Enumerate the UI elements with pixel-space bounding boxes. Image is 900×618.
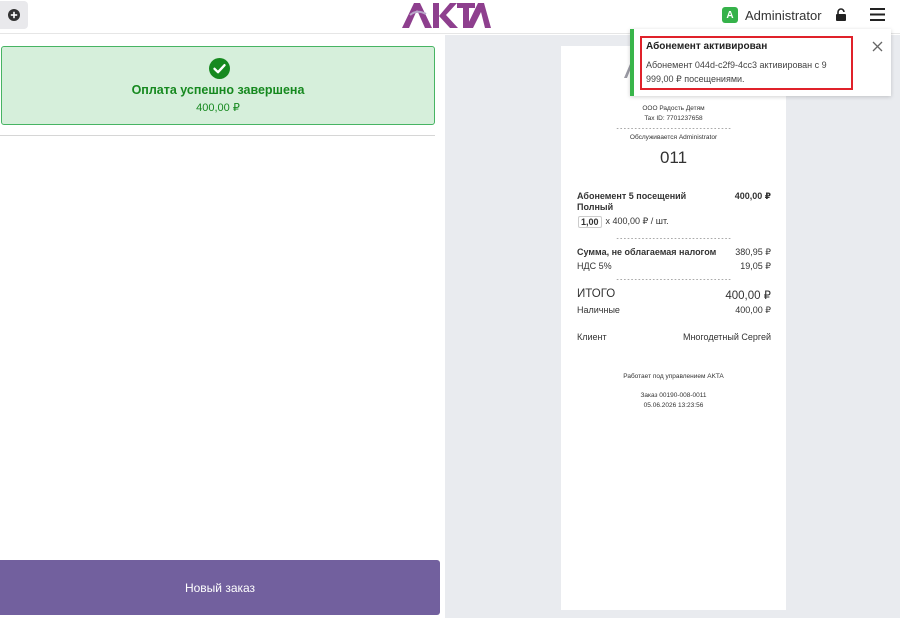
receipt-separator: -------------------------------- <box>615 275 732 283</box>
receipt-item-unit: x 400,00 ₽ / шт. <box>605 216 669 226</box>
receipt-powered-by: Работает под управлением AKTA <box>623 373 724 380</box>
receipt-total-label: ИТОГО <box>577 288 616 300</box>
user-menu[interactable]: A Administrator <box>722 7 822 23</box>
receipt-item-qty: 1,00 <box>578 216 602 228</box>
receipt-untaxed-row: Сумма, не облагаемая налогом 380,95 ₽ <box>577 247 771 258</box>
plus-circle-icon <box>8 9 20 21</box>
receipt-tax-id: Tax ID: 7701237658 <box>644 115 703 122</box>
payment-amount: 400,00 ₽ <box>196 102 240 114</box>
receipt-client-row: Клиент Многодетный Сергей <box>577 332 771 342</box>
receipt: ООО Радость Детям Tax ID: 7701237658 ---… <box>561 46 786 610</box>
receipt-vat-label: НДС 5% <box>577 261 612 271</box>
notification-message: Абонемент 044d-c2f9-4cc3 активирован с 9… <box>646 60 827 84</box>
receipt-served-by: Обслуживается Administrator <box>629 134 718 141</box>
receipt-item-qty-row: 1,00 x 400,00 ₽ / шт. <box>578 216 772 228</box>
receipt-client-value: Многодетный Сергей <box>682 332 771 342</box>
receipt-total-row: ИТОГО 400,00 ₽ <box>577 288 771 302</box>
receipt-separator: -------------------------------- <box>615 124 732 132</box>
notification-title: Абонемент активирован <box>646 41 768 52</box>
receipt-order-datetime: 05.06.2026 13:23:56 <box>643 402 704 409</box>
check-circle-icon <box>209 58 230 79</box>
receipt-company: ООО Радость Детям <box>642 105 705 112</box>
add-button[interactable] <box>0 1 28 29</box>
receipt-cash-row: Наличные 400,00 ₽ <box>577 305 771 316</box>
receipt-vat-row: НДС 5% 19,05 ₽ <box>577 261 771 272</box>
receipt-untaxed-label: Сумма, не облагаемая налогом <box>577 247 717 257</box>
order-pane: Оплата успешно завершена 400,00 ₽ Новый … <box>0 35 445 618</box>
receipt-item-name: Абонемент 5 посещений <box>577 191 687 201</box>
receipt-item-variant-row: Полный <box>577 202 771 212</box>
receipt-item-price: 400,00 ₽ <box>734 191 771 201</box>
close-icon[interactable] <box>872 41 883 52</box>
receipt-total-value: 400,00 ₽ <box>725 290 771 302</box>
new-order-button[interactable]: Новый заказ <box>0 560 440 615</box>
receipt-cash-value: 400,00 ₽ <box>735 305 771 315</box>
lock-icon[interactable] <box>835 8 847 22</box>
user-name: Administrator <box>745 7 822 23</box>
receipt-item: Абонемент 5 посещений 400,00 ₽ <box>577 191 771 202</box>
receipt-cash-label: Наличные <box>577 305 620 315</box>
receipt-ticket-number: 011 <box>659 148 688 167</box>
receipt-client-label: Клиент <box>577 332 607 342</box>
receipt-order-number: Заказ 00190-008-0011 <box>640 392 707 399</box>
akta-logo <box>402 3 491 28</box>
divider <box>0 135 435 136</box>
hamburger-menu-icon[interactable] <box>870 8 885 21</box>
payment-success-title: Оплата успешно завершена <box>131 83 305 97</box>
user-avatar: A <box>722 7 738 23</box>
subscription-activated-notification: Абонемент активирован Абонемент 044d-c2f… <box>630 29 891 96</box>
receipt-pane: ООО Радость Детям Tax ID: 7701237658 ---… <box>445 35 900 618</box>
payment-success-banner: Оплата успешно завершена 400,00 ₽ <box>1 46 435 125</box>
receipt-separator: -------------------------------- <box>615 234 732 242</box>
receipt-item-variant: Полный <box>577 202 614 212</box>
receipt-untaxed-value: 380,95 ₽ <box>735 247 771 257</box>
receipt-vat-value: 19,05 ₽ <box>740 261 771 271</box>
